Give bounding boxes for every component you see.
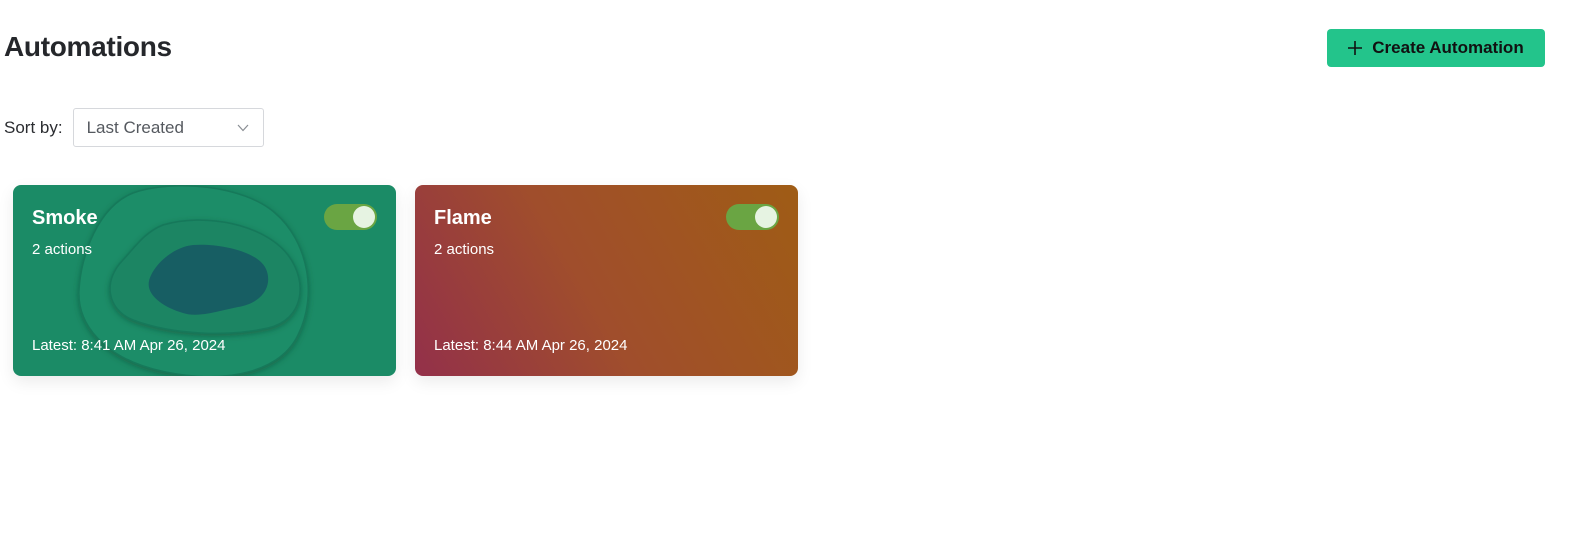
sort-label: Sort by: — [4, 117, 63, 137]
create-automation-label: Create Automation — [1372, 38, 1524, 57]
create-automation-button[interactable]: Create Automation — [1327, 29, 1545, 67]
plus-icon — [1348, 41, 1363, 55]
automation-action-count: 2 actions — [32, 241, 93, 258]
toggle-knob — [353, 206, 375, 228]
automation-name: Smoke — [32, 207, 98, 229]
automation-name: Flame — [434, 207, 492, 229]
page-title: Automations — [4, 31, 172, 62]
enable-toggle[interactable] — [324, 204, 377, 230]
automation-latest-run: Latest: 8:41 AM Apr 26, 2024 — [32, 337, 226, 354]
automation-card-flame[interactable]: Flame 2 actions Latest: 8:44 AM Apr 26, … — [415, 185, 798, 376]
chevron-down-icon — [237, 124, 249, 132]
sort-select[interactable]: Last Created — [72, 108, 264, 147]
automation-action-count: 2 actions — [434, 241, 495, 258]
enable-toggle[interactable] — [726, 204, 779, 230]
automation-card-smoke[interactable]: Smoke 2 actions Latest: 8:41 AM Apr 26, … — [13, 185, 396, 376]
sort-control: Sort by: Last Created — [4, 108, 264, 147]
automation-latest-run: Latest: 8:44 AM Apr 26, 2024 — [434, 337, 628, 354]
sort-selected-value: Last Created — [86, 117, 184, 137]
toggle-knob — [755, 206, 777, 228]
